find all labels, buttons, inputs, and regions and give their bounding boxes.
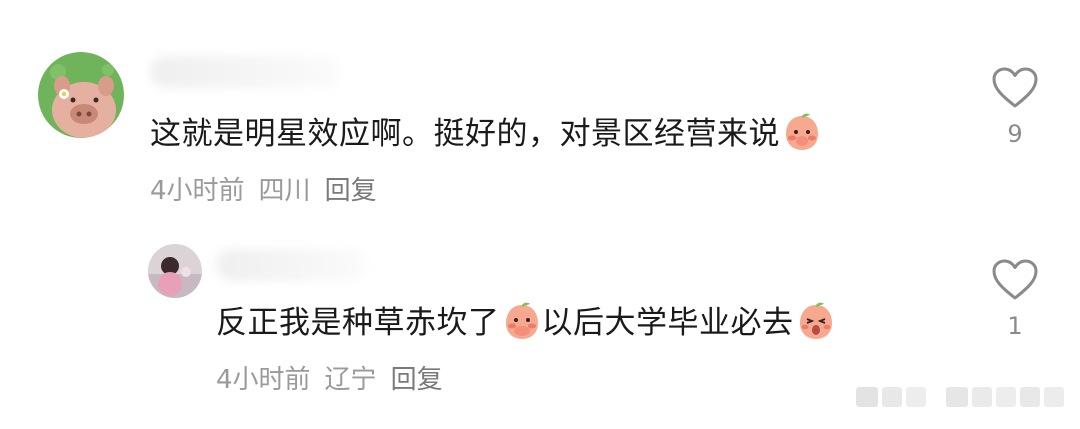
avatar[interactable] bbox=[148, 244, 202, 298]
comment-location: 四川 bbox=[258, 176, 311, 206]
comment-text: 反正我是种草赤坎了 以后大学毕业必去 bbox=[216, 301, 836, 343]
comment-meta: 4小时前 辽宁 回复 bbox=[216, 359, 457, 396]
blushing-peach-emoji-icon bbox=[786, 113, 818, 150]
comment-meta: 4小时前 四川 回复 bbox=[150, 170, 391, 207]
comment-text-part-a: 反正我是种草赤坎了 bbox=[216, 305, 500, 341]
watermark bbox=[856, 383, 1066, 415]
comment-text-part-b: 以后大学毕业必去 bbox=[541, 305, 794, 341]
heart-icon bbox=[992, 259, 1038, 300]
username-redacted[interactable] bbox=[150, 56, 340, 88]
comment-time: 4小时前 bbox=[150, 176, 245, 206]
like-button[interactable]: 9 bbox=[985, 66, 1045, 148]
like-count: 1 bbox=[1007, 312, 1023, 340]
heart-icon bbox=[992, 67, 1038, 108]
comment-text: 这就是明星效应啊。挺好的，对景区经营来说 bbox=[150, 112, 822, 154]
watermark-icon bbox=[856, 387, 1064, 407]
covering-mouth-peach-emoji-icon bbox=[505, 302, 538, 339]
username-redacted[interactable] bbox=[216, 249, 366, 281]
pig-avatar-icon bbox=[38, 52, 124, 138]
like-button[interactable]: 1 bbox=[985, 258, 1045, 340]
comment-text-content: 这就是明星效应啊。挺好的，对景区经营来说 bbox=[150, 116, 780, 152]
like-count: 9 bbox=[1007, 120, 1023, 148]
excited-peach-emoji-icon bbox=[799, 302, 832, 339]
avatar[interactable] bbox=[38, 52, 124, 138]
reply-button[interactable]: 回复 bbox=[325, 176, 377, 206]
comment-item: 这就是明星效应啊。挺好的，对景区经营来说 4小时前 四川 回复 9 bbox=[0, 0, 1080, 215]
comment-time: 4小时前 bbox=[216, 365, 311, 395]
reply-button[interactable]: 回复 bbox=[391, 365, 443, 395]
user-photo-avatar-icon bbox=[148, 244, 202, 298]
comment-location: 辽宁 bbox=[324, 365, 377, 395]
